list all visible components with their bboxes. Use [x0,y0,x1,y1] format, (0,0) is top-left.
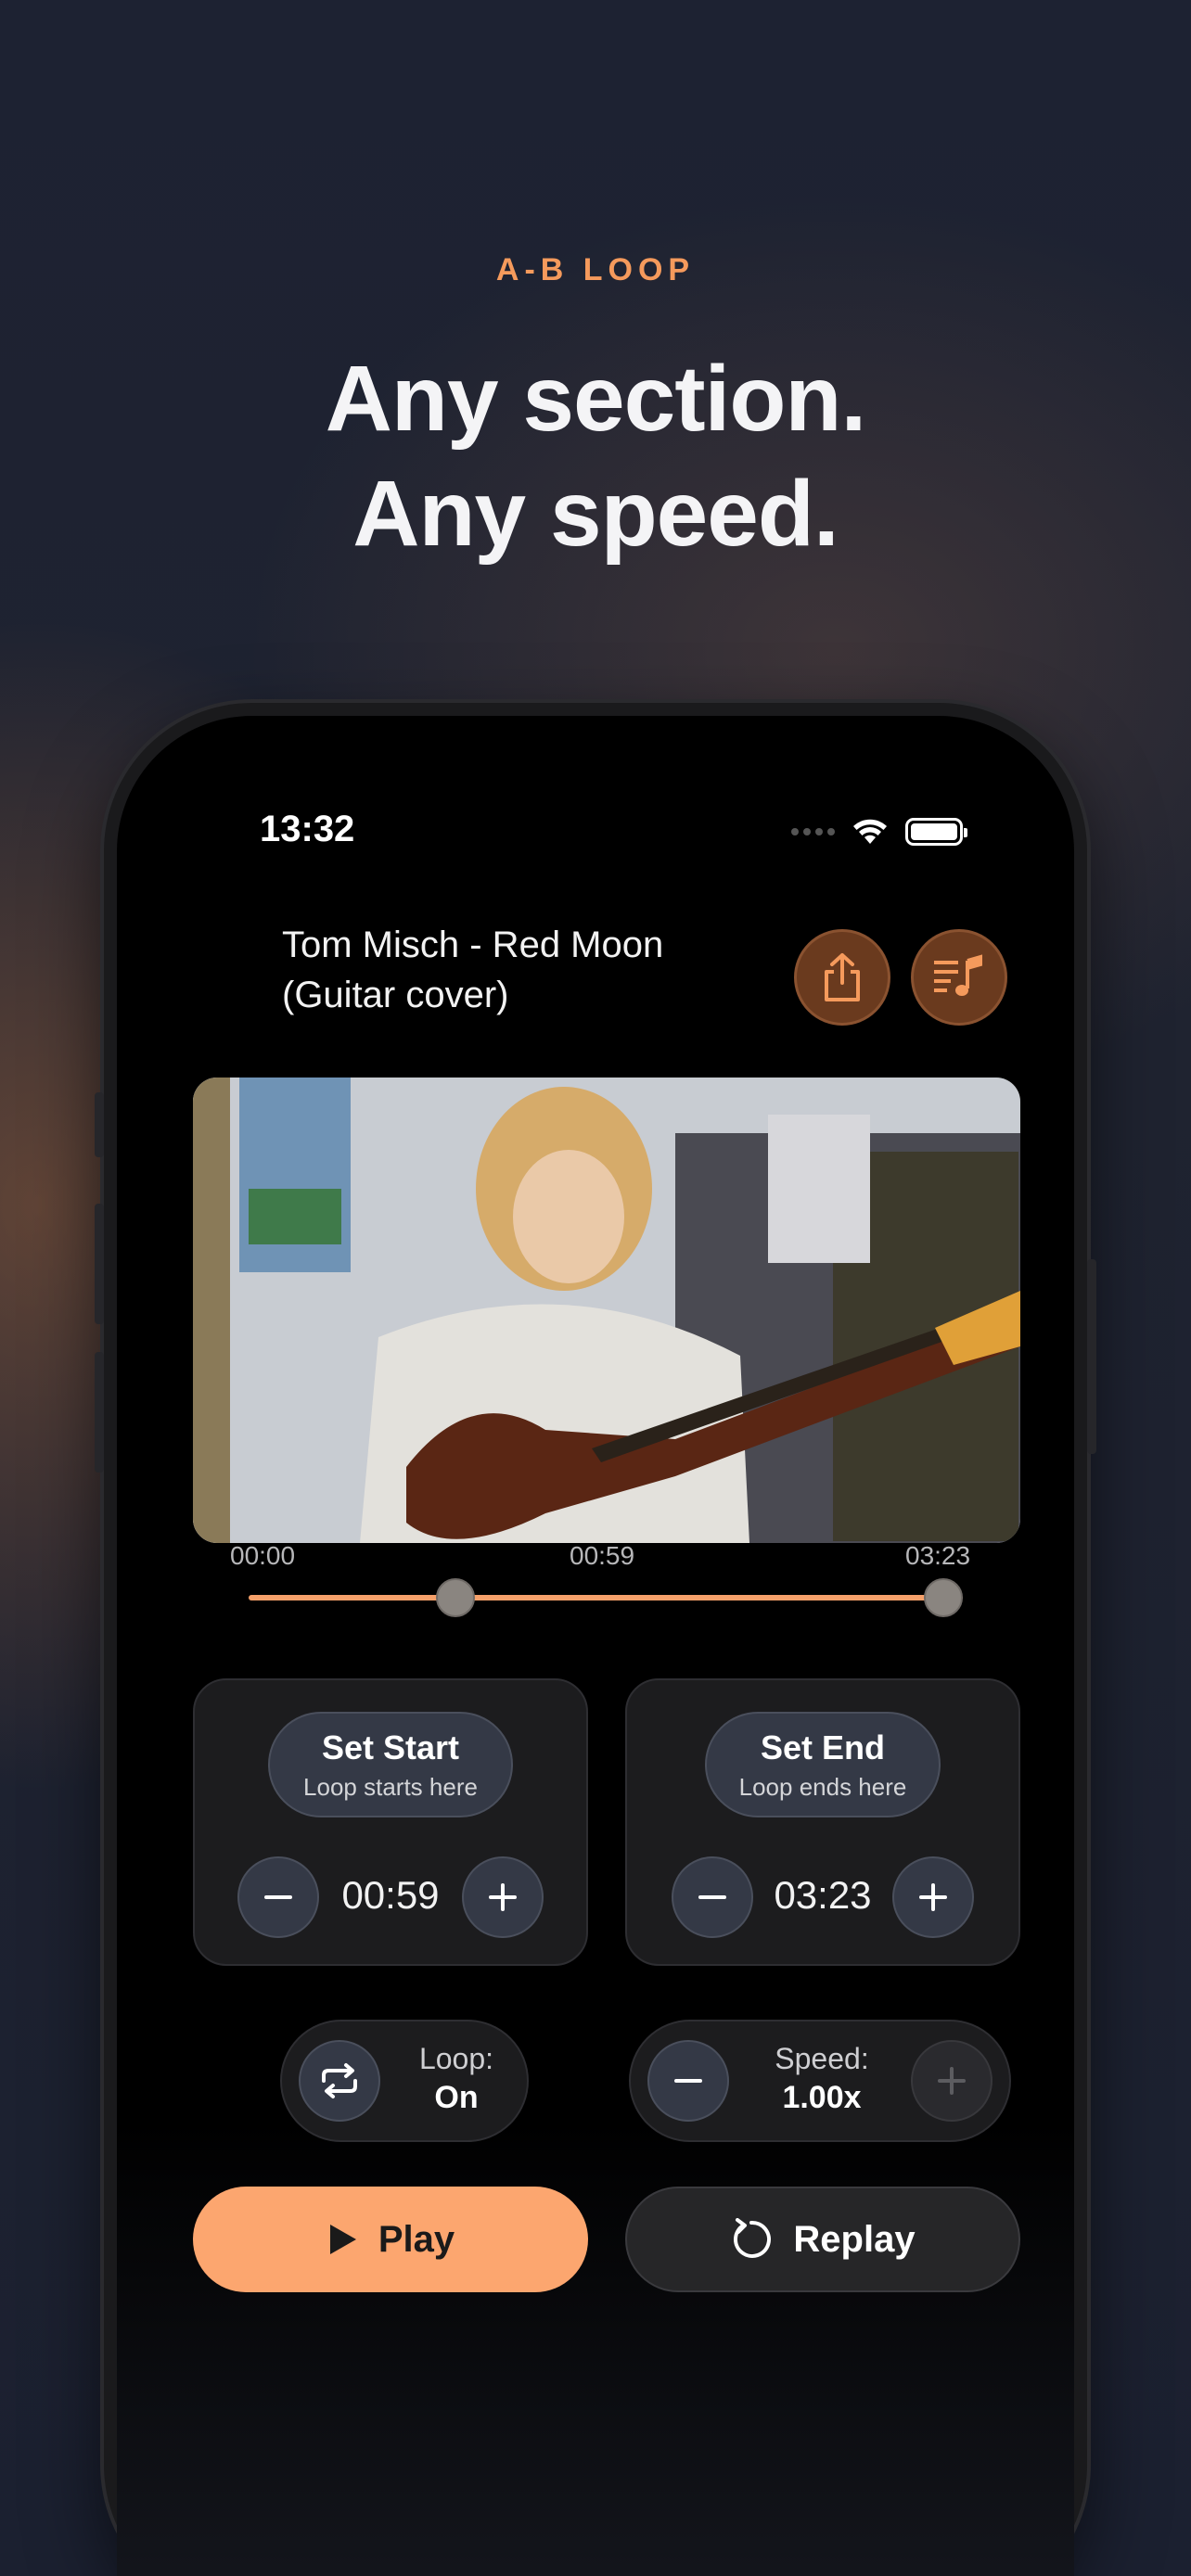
replay-label: Replay [793,2218,916,2260]
battery-icon [905,818,967,846]
set-end-label: Set End [760,1728,885,1766]
phone-volume-up [95,1204,104,1324]
set-start-card: Set Start Loop starts here 00:59 [193,1678,588,1966]
loop-start-handle[interactable] [436,1578,476,1617]
phone-side-button [1087,1259,1096,1454]
set-end-card: Set End Loop ends here 03:23 [625,1678,1020,1966]
plus-icon [938,2067,966,2095]
loop-toggle-button[interactable] [299,2040,380,2122]
phone-frame: 13:32 Tom Misch - Red Moon (Guitar cover… [95,703,1096,2576]
repeat-icon [322,2063,357,2098]
video-frame-image [193,1078,1020,1543]
plus-icon [489,1883,517,1911]
loop-range-track[interactable] [249,1578,963,1617]
minus-icon [674,2079,702,2083]
loop-end-handle[interactable] [924,1578,963,1617]
phone-screen: 13:32 Tom Misch - Red Moon (Guitar cover… [117,716,1074,2576]
replay-button[interactable]: Replay [625,2187,1020,2292]
start-stepper: 00:59 [195,1856,586,1938]
set-start-sublabel: Loop starts here [303,1773,478,1801]
play-label: Play [378,2218,455,2260]
set-start-button[interactable]: Set Start Loop starts here [268,1712,513,1817]
play-button[interactable]: Play [193,2187,588,2292]
speed-increase-button[interactable] [911,2040,992,2122]
set-end-sublabel: Loop ends here [738,1773,907,1801]
set-end-button[interactable]: Set End Loop ends here [705,1712,941,1817]
status-time: 13:32 [260,809,355,849]
phone-volume-down [95,1352,104,1473]
timeline-start-label: 00:00 [230,1541,296,1570]
promo-headline: Any section. Any speed. [0,341,1191,571]
start-increment-button[interactable] [462,1856,544,1938]
speed-status: Speed: 1.00x [748,2042,896,2116]
end-increment-button[interactable] [892,1856,974,1938]
timeline-a-label: 00:59 [570,1541,635,1570]
replay-icon [734,2218,772,2258]
end-stepper: 03:23 [627,1856,1018,1938]
speed-control-chip: Speed: 1.00x [629,2020,1011,2142]
playlist-music-icon [934,954,982,996]
timeline-labels: 00:00 00:59 03:23 [230,1541,983,1578]
headline-line-1: Any section. [325,347,867,451]
share-button[interactable] [794,929,890,1026]
wifi-icon [853,819,887,844]
loop-value: On [434,2080,479,2115]
plus-icon [919,1883,947,1911]
speed-label: Speed: [775,2042,869,2075]
status-bar: 13:32 [117,809,1074,864]
song-title: Tom Misch - Red Moon (Guitar cover) [282,925,664,1015]
speed-decrease-button[interactable] [647,2040,729,2122]
play-icon [329,2225,356,2254]
status-icons [791,818,967,846]
speed-value: 1.00x [782,2080,862,2115]
headline-line-2: Any speed. [352,462,839,566]
phone-mute-switch [95,1092,104,1157]
loop-label: Loop: [418,2042,494,2075]
playlist-button[interactable] [911,929,1007,1026]
share-icon [825,953,860,1001]
signal-dots-icon [791,828,835,835]
set-start-label: Set Start [321,1728,460,1766]
loop-status: Loop: On [401,2042,512,2116]
video-player[interactable] [193,1078,1020,1543]
timeline-end-label: 03:23 [905,1541,971,1570]
loop-toggle-chip: Loop: On [280,2020,529,2142]
promo-eyebrow: A-B LOOP [495,252,696,287]
